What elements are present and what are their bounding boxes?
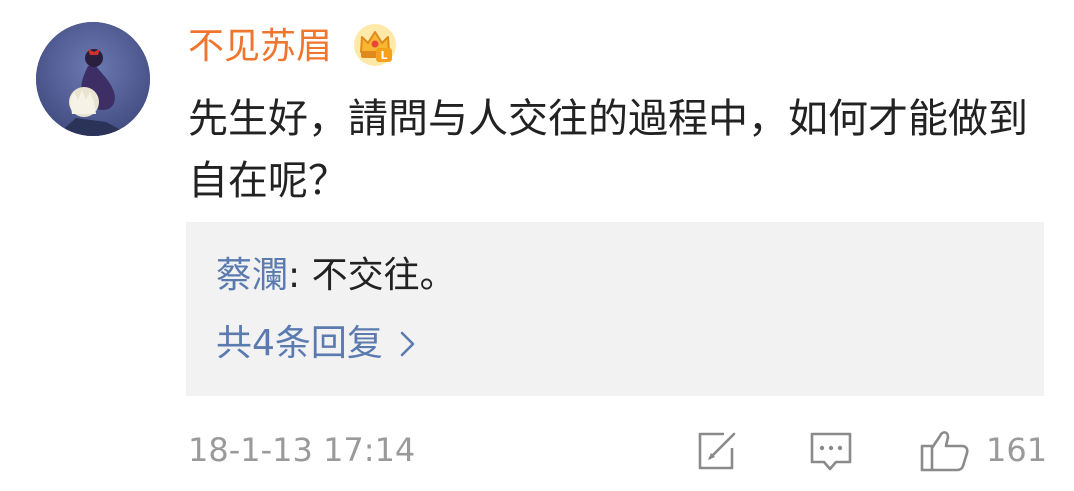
timestamp: 18-1-13 17:14: [188, 431, 416, 469]
repost-icon[interactable]: [694, 426, 740, 474]
like-count: 161: [986, 431, 1048, 469]
more-replies-label: 共4条回复: [216, 323, 383, 364]
username[interactable]: 不见苏眉: [188, 24, 332, 70]
more-replies-link[interactable]: 共4条回复: [216, 318, 419, 370]
svg-text:L: L: [380, 49, 387, 62]
avatar[interactable]: [36, 22, 150, 136]
crown-badge-icon: L: [354, 24, 396, 66]
reply-line: 蔡瀾: 不交往。: [216, 250, 456, 302]
thumbs-up-icon[interactable]: [918, 426, 970, 474]
reply-author[interactable]: 蔡瀾: [216, 255, 288, 296]
reply-text: 不交往。: [300, 255, 456, 296]
chevron-right-icon: [400, 331, 415, 357]
reply-separator: :: [288, 255, 301, 296]
reply-box[interactable]: 蔡瀾: 不交往。 共4条回复: [186, 222, 1044, 396]
comment-text: 先生好，請問与人交往的過程中，如何才能做到自在呢？: [188, 96, 1028, 204]
comment-icon[interactable]: [808, 426, 854, 474]
